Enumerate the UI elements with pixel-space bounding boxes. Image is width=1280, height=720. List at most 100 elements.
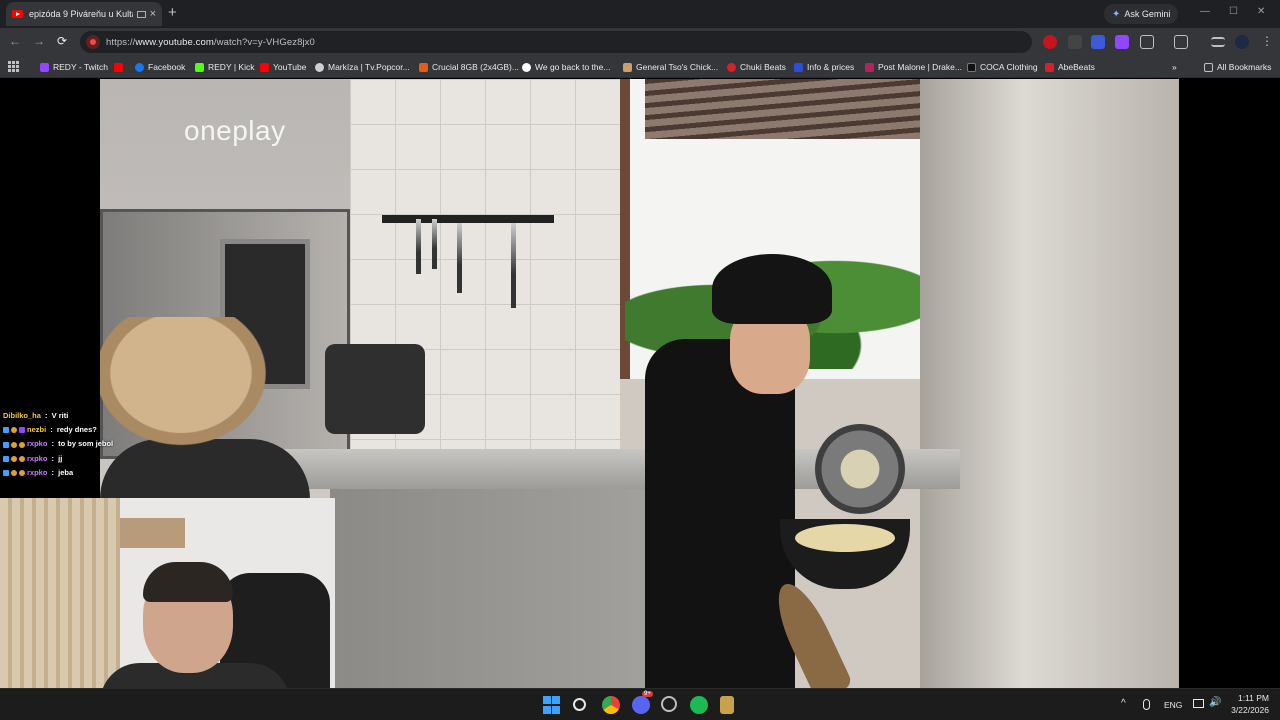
chat-text: jj	[58, 453, 63, 463]
tab-close-button[interactable]: ×	[150, 8, 156, 20]
badge-icon	[11, 469, 17, 476]
badge-icon	[3, 469, 9, 476]
twitch-icon	[40, 62, 49, 72]
bookmark-chuki-beats[interactable]: Chuki Beats	[727, 60, 786, 74]
chat-message: nezbi : redy dnes?	[3, 423, 143, 437]
menu-kebab-icon[interactable]: ⋮	[1261, 34, 1273, 48]
knife	[432, 219, 437, 269]
ask-gemini-button[interactable]: ✦ Ask Gemini	[1104, 4, 1179, 24]
chat-username: rxpko	[27, 439, 48, 449]
knife	[416, 219, 421, 274]
apps-grid-icon[interactable]	[8, 61, 19, 72]
extension-gray-icon[interactable]	[1068, 35, 1082, 49]
badge-icon	[19, 427, 25, 434]
bookmark-label: Crucial 8GB (2x4GB)...	[432, 62, 519, 72]
microphone-icon[interactable]	[1143, 699, 1150, 710]
start-windows-icon[interactable]	[543, 696, 561, 714]
media-controls-icon[interactable]	[1174, 35, 1188, 49]
forward-button[interactable]: →	[33, 34, 45, 48]
bookmark-post-malone[interactable]: Post Malone | Drake...	[865, 60, 962, 74]
reload-button[interactable]: ⟳	[57, 34, 67, 48]
youtube-icon	[260, 62, 269, 72]
badge-icon	[3, 441, 9, 448]
bookmark-abebeats[interactable]: AbeBeats	[1045, 60, 1095, 74]
twitch-extension-icon[interactable]	[1115, 35, 1129, 49]
bookmark-crucial[interactable]: Crucial 8GB (2x4GB)...	[419, 60, 519, 74]
maximize-button[interactable]: ☐	[1229, 6, 1238, 17]
address-bar[interactable]: https://www.youtube.com/watch?v=y-VHGez8…	[80, 31, 1032, 53]
search-icon[interactable]	[573, 698, 586, 711]
app-icon[interactable]	[720, 696, 734, 714]
clock-time[interactable]: 1:11 PM	[1229, 693, 1269, 703]
bookmark-general-tso[interactable]: General Tso's Chick...	[623, 60, 718, 74]
tray-overflow-button[interactable]: ^	[1121, 698, 1126, 709]
knife	[457, 223, 462, 293]
close-window-button[interactable]: ✕	[1257, 6, 1265, 17]
bookmark-label: Post Malone | Drake...	[878, 62, 962, 72]
bookmark-facebook[interactable]: Facebook	[135, 60, 185, 74]
windows-taskbar: 9+ ^ ENG 🔊 1:11 PM 3/22/2026	[0, 688, 1280, 720]
extension-counter-icon[interactable]	[1091, 35, 1105, 49]
chrome-icon[interactable]	[602, 696, 620, 714]
minimize-button[interactable]: —	[1200, 6, 1210, 17]
bookmarks-bar: REDY - Twitch Facebook REDY | Kick YouTu…	[0, 56, 1280, 78]
tab-strip: epizóda 9 Piváreňu u Kultá × + ✦ Ask Gem…	[0, 0, 1280, 28]
site-info-icon[interactable]	[86, 35, 100, 49]
language-indicator[interactable]: ENG	[1164, 700, 1182, 710]
discord-icon[interactable]: 9+	[632, 691, 653, 714]
chat-separator: :	[48, 425, 55, 435]
chat-separator: :	[49, 439, 57, 449]
spotify-icon[interactable]	[690, 696, 708, 714]
streamer-hair	[143, 562, 233, 602]
bookmark-label: General Tso's Chick...	[636, 62, 719, 72]
network-icon[interactable]	[1193, 699, 1204, 708]
bookmark-info-prices[interactable]: Info & prices	[794, 60, 854, 74]
kick-icon	[195, 62, 204, 72]
bookmark-youtube-unlabeled[interactable]	[114, 60, 123, 74]
back-button[interactable]: ←	[9, 34, 21, 48]
reading-list-icon[interactable]	[1211, 37, 1225, 47]
profile-avatar[interactable]	[1235, 35, 1249, 49]
extension-red-icon[interactable]	[1043, 35, 1057, 49]
screen: epizóda 9 Piváreňu u Kultá × + ✦ Ask Gem…	[0, 0, 1280, 720]
obs-icon[interactable]	[661, 696, 677, 712]
cast-icon	[136, 10, 146, 18]
facebook-icon	[135, 62, 144, 72]
bookmark-label: REDY | Kick	[208, 62, 255, 72]
extensions-puzzle-icon[interactable]	[1140, 35, 1154, 49]
bookmark-label: COCA Clothing	[980, 62, 1038, 72]
bookmark-label: Markíza | Tv.Popcor...	[328, 62, 410, 72]
ask-gemini-label: Ask Gemini	[1124, 9, 1171, 19]
bookmark-coca-clothing[interactable]: COCA Clothing	[967, 60, 1038, 74]
knife	[511, 223, 516, 308]
badge-icon	[3, 455, 9, 462]
volume-icon[interactable]: 🔊	[1209, 697, 1221, 708]
all-bookmarks-button[interactable]: All Bookmarks	[1204, 60, 1271, 74]
clock-date[interactable]: 3/22/2026	[1229, 705, 1269, 715]
url-text: https://www.youtube.com/watch?v=y-VHGez8…	[106, 36, 315, 48]
chat-text: to by som jebol	[58, 439, 114, 449]
bookmark-label: Info & prices	[807, 62, 855, 72]
bookmark-markiza[interactable]: Markíza | Tv.Popcor...	[315, 60, 410, 74]
badge-icon	[11, 455, 17, 462]
chat-text: redy dnes?	[56, 425, 97, 435]
bookmarks-overflow-button[interactable]: »	[1172, 60, 1177, 74]
browser-toolbar: ← → ⟳ https://www.youtube.com/watch?v=y-…	[0, 28, 1280, 56]
bookmark-label: YouTube	[273, 62, 307, 72]
bookmark-we-go-back[interactable]: We go back to the...	[522, 60, 610, 74]
bookmark-redy-kick[interactable]: REDY | Kick	[195, 60, 254, 74]
curtain	[0, 498, 120, 688]
gemini-icon: ✦	[1112, 8, 1121, 20]
chat-separator: :	[49, 467, 57, 477]
youtube-icon	[114, 62, 123, 72]
badge-icon	[3, 427, 9, 434]
bookmark-redy-twitch[interactable]: REDY - Twitch	[40, 60, 108, 74]
wall-shelf	[120, 518, 185, 548]
bookmark-youtube[interactable]: YouTube	[260, 60, 306, 74]
browser-tab-active[interactable]: epizóda 9 Piváreňu u Kultá ×	[6, 2, 162, 26]
video-player[interactable]: oneplay Dibilko_ha : V riti nezbi : redy…	[0, 79, 1280, 688]
new-tab-button[interactable]: +	[168, 4, 177, 21]
chat-message: rxpko : jj	[3, 452, 143, 466]
discord-notification-badge: 9+	[642, 691, 653, 697]
b-icon	[794, 62, 803, 72]
